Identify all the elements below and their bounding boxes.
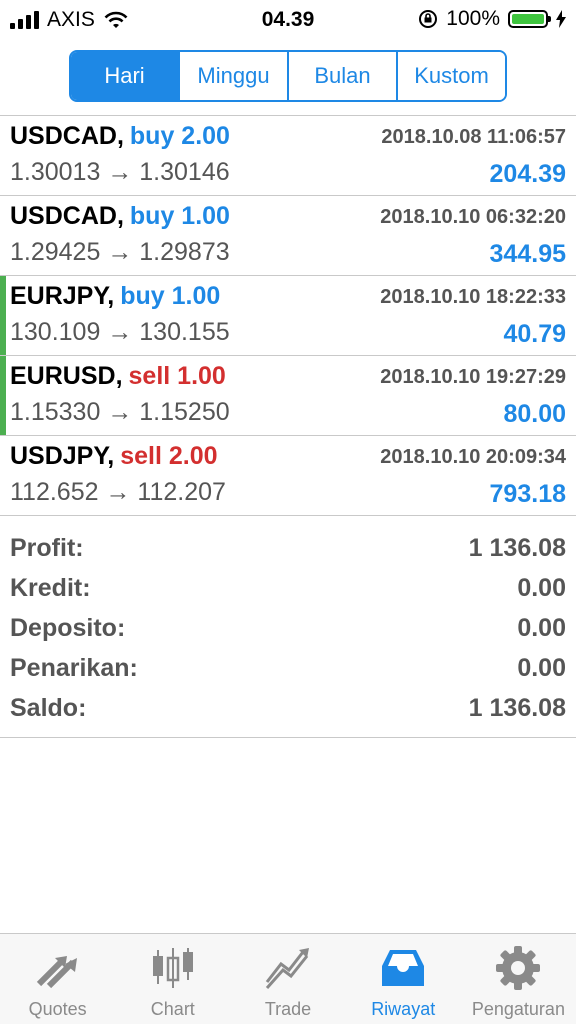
tab-quotes[interactable]: Quotes (0, 934, 115, 1024)
trade-direction: buy 1.00 (129, 202, 230, 230)
trade-row[interactable]: USDCAD, buy 1.00 2018.10.10 06:32:20 1.29… (0, 196, 576, 276)
tab-hari[interactable]: Hari (71, 52, 178, 100)
tab-kustom[interactable]: Kustom (396, 52, 505, 100)
candlestick-chart-icon (152, 948, 193, 988)
period-segmented-control: Hari Minggu Bulan Kustom (69, 50, 507, 102)
trade-datetime: 2018.10.10 19:27:29 (380, 366, 566, 388)
trade-prices: 130.109 → 130.155 (10, 318, 230, 346)
summary-value: 0.00 (517, 614, 566, 642)
trade-direction: sell 1.00 (128, 362, 226, 390)
trade-row[interactable]: USDJPY, sell 2.00 2018.10.10 20:09:34 112… (0, 436, 576, 516)
summary-value: 0.00 (517, 574, 566, 602)
summary-label: Profit: (10, 534, 84, 562)
summary-value: 0.00 (517, 654, 566, 682)
trade-symbol: USDCAD, (10, 202, 124, 230)
trade-row[interactable]: EURJPY, buy 1.00 2018.10.10 18:22:33 130.… (0, 276, 576, 356)
gear-icon (496, 946, 541, 990)
tab-label: Riwayat (371, 999, 436, 1019)
summary-value: 1 136.08 (468, 694, 566, 722)
summary-row-penarikan: Penarikan: 0.00 (0, 650, 576, 690)
tab-label: Trade (264, 999, 312, 1019)
tab-bulan[interactable]: Bulan (287, 52, 396, 100)
trade-datetime: 2018.10.08 11:06:57 (381, 126, 566, 148)
trade-marker (0, 356, 6, 435)
tab-riwayat[interactable]: Riwayat (346, 934, 461, 1024)
trade-row[interactable]: EURUSD, sell 1.00 2018.10.10 19:27:29 1.1… (0, 356, 576, 436)
trade-datetime: 2018.10.10 20:09:34 (380, 446, 566, 468)
trade-prices: 112.652 → 112.207 (10, 478, 226, 506)
trade-profit: 204.39 (489, 160, 566, 188)
summary-label: Deposito: (10, 614, 126, 642)
trade-direction: sell 2.00 (120, 442, 218, 470)
tab-chart[interactable]: Chart (115, 934, 230, 1024)
trade-row[interactable]: USDCAD, buy 2.00 2018.10.08 11:06:57 1.30… (0, 116, 576, 196)
summary-row-kredit: Kredit: 0.00 (0, 570, 576, 610)
account-summary: Profit: 1 136.08 Kredit: 0.00 Deposito: … (0, 530, 576, 730)
trade-symbol: EURJPY, (10, 282, 115, 310)
trade-prices: 1.30013 → 1.30146 (10, 158, 230, 186)
summary-value: 1 136.08 (468, 534, 566, 562)
trade-trend-icon (265, 948, 309, 989)
summary-row-saldo: Saldo: 1 136.08 (0, 690, 576, 730)
charging-icon (556, 10, 566, 28)
trade-history-list: USDCAD, buy 2.00 2018.10.08 11:06:57 1.30… (0, 116, 576, 516)
summary-label: Saldo: (10, 694, 87, 722)
trade-datetime: 2018.10.10 18:22:33 (380, 286, 566, 308)
trade-datetime: 2018.10.10 06:32:20 (380, 206, 566, 228)
trade-profit: 793.18 (489, 480, 566, 508)
trade-symbol: EURUSD, (10, 362, 123, 390)
status-bar: AXIS 04.39 100% (0, 0, 576, 40)
quotes-arrows-icon (36, 956, 77, 989)
trade-profit: 344.95 (489, 240, 566, 268)
tab-label: Pengaturan (471, 999, 565, 1019)
trade-direction: buy 1.00 (120, 282, 221, 310)
trade-profit: 80.00 (503, 400, 566, 428)
tab-pengaturan[interactable]: Pengaturan (461, 934, 576, 1024)
status-right: 100% (418, 7, 566, 31)
trade-marker (0, 276, 6, 355)
trade-symbol: USDCAD, (10, 122, 124, 150)
battery-percent: 100% (446, 7, 500, 30)
history-inbox-icon (382, 950, 425, 986)
divider (0, 737, 576, 738)
trade-prices: 1.15330 → 1.15250 (10, 398, 230, 426)
summary-row-deposito: Deposito: 0.00 (0, 610, 576, 650)
tab-trade[interactable]: Trade (230, 934, 345, 1024)
battery-icon (508, 10, 551, 28)
tab-label: Chart (150, 999, 195, 1019)
trade-direction: buy 2.00 (129, 122, 230, 150)
tab-minggu[interactable]: Minggu (178, 52, 287, 100)
tab-label: Quotes (28, 999, 87, 1019)
trade-prices: 1.29425 → 1.29873 (10, 238, 230, 266)
trade-symbol: USDJPY, (10, 442, 115, 470)
summary-label: Penarikan: (10, 654, 138, 682)
trade-profit: 40.79 (503, 320, 566, 348)
summary-row-profit: Profit: 1 136.08 (0, 530, 576, 570)
bottom-tab-bar: Quotes Chart Trade Riwayat Pengaturan (0, 933, 576, 1024)
rotation-lock-icon (419, 10, 438, 28)
summary-label: Kredit: (10, 574, 91, 602)
